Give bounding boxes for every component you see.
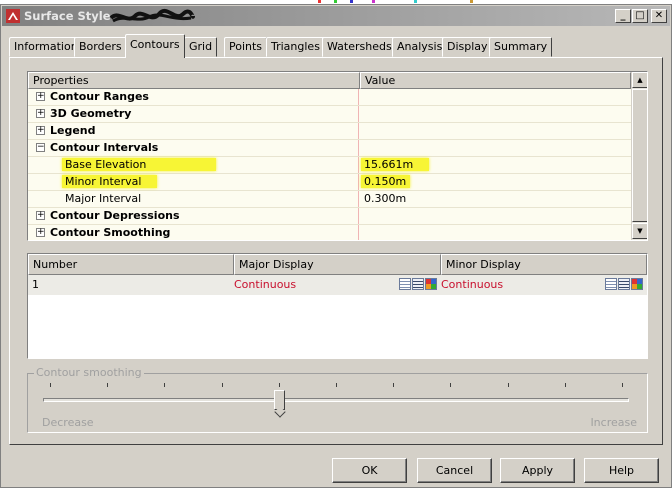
color-icon[interactable] bbox=[631, 278, 643, 290]
ok-button[interactable]: OK bbox=[332, 458, 407, 483]
property-grid-scrollbar[interactable]: ▲ ▼ bbox=[631, 72, 647, 240]
major-display-swatches bbox=[399, 278, 437, 291]
tab-contours[interactable]: Contours bbox=[125, 34, 185, 58]
property-name: Contour Depressions bbox=[50, 209, 180, 222]
table-row[interactable]: 1 Continuous Continuous bbox=[28, 275, 647, 295]
cancel-button[interactable]: Cancel bbox=[417, 458, 492, 483]
property-name: Base Elevation bbox=[62, 158, 217, 171]
tab-summary[interactable]: Summary bbox=[489, 37, 553, 57]
major-linetype[interactable]: Continuous bbox=[234, 275, 296, 294]
apply-button[interactable]: Apply bbox=[500, 458, 575, 483]
slider-max-label: Increase bbox=[590, 416, 637, 429]
property-name: Minor Interval bbox=[62, 175, 158, 188]
expand-icon[interactable]: + bbox=[36, 228, 45, 237]
property-name: Contour Ranges bbox=[50, 90, 149, 103]
property-row[interactable]: +3D Geometry bbox=[28, 106, 631, 123]
property-name: Contour Smoothing bbox=[50, 226, 171, 239]
property-grid-header: Properties Value bbox=[28, 72, 631, 89]
column-header-properties[interactable]: Properties bbox=[28, 72, 360, 89]
window-title: Surface Style bbox=[24, 9, 111, 23]
expand-icon[interactable]: + bbox=[36, 109, 45, 118]
column-header-value[interactable]: Value bbox=[360, 72, 631, 89]
app-icon bbox=[6, 9, 20, 23]
property-grid: Properties Value + Contour Ranges +3D Geo… bbox=[27, 71, 648, 241]
tab-display[interactable]: Display bbox=[442, 37, 493, 57]
title-bar[interactable]: Surface Style _ □ ✕ bbox=[2, 6, 670, 26]
tab-information[interactable]: Information bbox=[9, 37, 83, 57]
slider-track[interactable] bbox=[43, 398, 629, 402]
expand-icon[interactable]: + bbox=[36, 126, 45, 135]
tab-points[interactable]: Points bbox=[224, 37, 268, 57]
slider-tick bbox=[508, 383, 509, 387]
slider-tick bbox=[393, 383, 394, 387]
property-row[interactable]: + Contour Smoothing bbox=[28, 225, 631, 240]
color-icon[interactable] bbox=[425, 278, 437, 290]
property-row[interactable]: + Contour Depressions bbox=[28, 208, 631, 225]
property-name: Legend bbox=[50, 124, 96, 137]
property-row[interactable]: Base Elevation 15.661m bbox=[28, 157, 631, 174]
collapse-icon[interactable]: − bbox=[36, 143, 45, 152]
property-name: Major Interval bbox=[65, 192, 142, 205]
minimize-button[interactable]: _ bbox=[615, 9, 631, 23]
linetype-icon[interactable] bbox=[399, 278, 411, 290]
scroll-up-arrow-icon[interactable]: ▲ bbox=[632, 72, 647, 88]
slider-min-label: Decrease bbox=[42, 416, 94, 429]
minor-linetype[interactable]: Continuous bbox=[441, 275, 503, 294]
slider-tick bbox=[565, 383, 566, 387]
contours-tab-panel: Properties Value + Contour Ranges +3D Geo… bbox=[9, 57, 663, 445]
tab-watersheds[interactable]: Watersheds bbox=[322, 37, 397, 57]
slider-tick bbox=[450, 383, 451, 387]
property-row[interactable]: + Legend bbox=[28, 123, 631, 140]
property-value[interactable]: 15.661m bbox=[361, 158, 430, 171]
group-label: Contour smoothing bbox=[34, 366, 144, 379]
tab-borders[interactable]: Borders bbox=[74, 37, 127, 57]
lineweight-icon[interactable] bbox=[412, 278, 424, 290]
slider-tick bbox=[107, 383, 108, 387]
maximize-button[interactable]: □ bbox=[632, 9, 648, 23]
display-table-header: Number Major Display Minor Display bbox=[28, 254, 647, 275]
property-name: Contour Intervals bbox=[50, 141, 159, 154]
slider-tick bbox=[222, 383, 223, 387]
slider-tick bbox=[279, 383, 280, 387]
property-row[interactable]: + Contour Ranges bbox=[28, 89, 631, 106]
tab-triangles[interactable]: Triangles bbox=[266, 37, 325, 57]
slider-tick bbox=[336, 383, 337, 387]
property-value[interactable]: 0.300m bbox=[364, 192, 406, 205]
slider-tick bbox=[164, 383, 165, 387]
property-row[interactable]: − Contour Intervals bbox=[28, 140, 631, 157]
column-header-major-display[interactable]: Major Display bbox=[234, 254, 441, 275]
scrollbar-thumb[interactable] bbox=[632, 89, 647, 222]
property-name: 3D Geometry bbox=[50, 107, 132, 120]
contour-display-table: Number Major Display Minor Display 1 Con… bbox=[27, 253, 648, 359]
tab-grid[interactable]: Grid bbox=[184, 37, 218, 57]
close-button[interactable]: ✕ bbox=[651, 9, 667, 23]
property-value[interactable]: 0.150m bbox=[361, 175, 411, 188]
minor-display-swatches bbox=[605, 278, 643, 291]
contour-smoothing-group: Contour smoothing Decrease Increase bbox=[27, 366, 648, 433]
expand-icon[interactable]: + bbox=[36, 92, 45, 101]
slider-tick bbox=[622, 383, 623, 387]
column-header-minor-display[interactable]: Minor Display bbox=[441, 254, 647, 275]
lineweight-icon[interactable] bbox=[618, 278, 630, 290]
property-row[interactable]: Major Interval 0.300m bbox=[28, 191, 631, 208]
column-header-number[interactable]: Number bbox=[28, 254, 234, 275]
row-number: 1 bbox=[32, 278, 39, 291]
linetype-icon[interactable] bbox=[605, 278, 617, 290]
help-button[interactable]: Help bbox=[584, 458, 659, 483]
redaction-scribble bbox=[109, 8, 195, 23]
slider-tick bbox=[50, 383, 51, 387]
slider-thumb[interactable] bbox=[274, 390, 285, 410]
surface-style-dialog: Surface Style _ □ ✕ Information Borders … bbox=[0, 4, 672, 488]
property-row[interactable]: Minor Interval 0.150m bbox=[28, 174, 631, 191]
scroll-down-arrow-icon[interactable]: ▼ bbox=[632, 223, 647, 239]
tab-analysis[interactable]: Analysis bbox=[392, 37, 448, 57]
expand-icon[interactable]: + bbox=[36, 211, 45, 220]
